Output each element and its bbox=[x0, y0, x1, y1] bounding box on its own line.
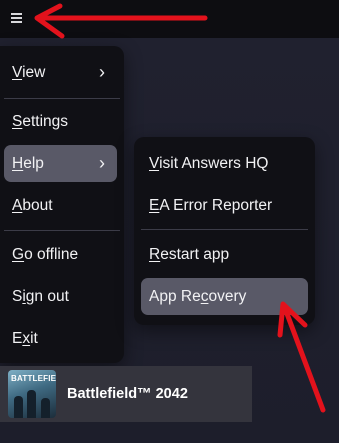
mnemonic: S bbox=[12, 113, 23, 130]
menu-item-about[interactable]: About bbox=[4, 187, 117, 224]
game-list-item[interactable]: BATTLEFIELD Battlefield™ 2042 bbox=[0, 366, 252, 422]
mnemonic: H bbox=[12, 155, 24, 172]
game-title: Battlefield™ 2042 bbox=[67, 386, 188, 402]
submenu-item-label: Restart app bbox=[149, 246, 230, 263]
menu-item-help-label: Help bbox=[12, 155, 44, 172]
main-menu: View › Settings Help › About Go offline bbox=[0, 46, 124, 363]
mnemonic: R bbox=[149, 246, 161, 263]
menu-item-view-label: View bbox=[12, 64, 46, 81]
submenu-item-ea-error-reporter[interactable]: EA Error Reporter bbox=[141, 187, 308, 224]
menu-divider bbox=[4, 230, 120, 231]
mnemonic: V bbox=[149, 155, 160, 172]
cover-figure bbox=[27, 390, 36, 418]
submenu-item-label: Visit Answers HQ bbox=[149, 155, 269, 172]
submenu-item-visit-answers-hq[interactable]: Visit Answers HQ bbox=[141, 145, 308, 182]
submenu-divider bbox=[141, 229, 308, 230]
menu-item-settings[interactable]: Settings bbox=[4, 103, 117, 140]
mnemonic: A bbox=[12, 197, 23, 214]
menu-item-sign-out-label: Sign out bbox=[12, 288, 69, 305]
menu-item-exit-label: Exit bbox=[12, 330, 38, 347]
submenu-item-app-recovery[interactable]: App Recovery bbox=[141, 278, 308, 315]
menu-item-help[interactable]: Help › bbox=[4, 145, 117, 182]
submenu-item-restart-app[interactable]: Restart app bbox=[141, 236, 308, 273]
mnemonic: i bbox=[22, 288, 26, 305]
mnemonic: G bbox=[12, 246, 25, 263]
mnemonic: c bbox=[200, 288, 209, 305]
menu-item-about-label: About bbox=[12, 197, 53, 214]
chevron-right-icon: › bbox=[99, 153, 105, 173]
submenu-item-label: App Recovery bbox=[149, 288, 247, 305]
cover-figure bbox=[14, 396, 23, 418]
title-bar bbox=[0, 0, 339, 38]
help-submenu: Visit Answers HQ EA Error Reporter Resta… bbox=[134, 137, 315, 325]
chevron-right-icon: › bbox=[99, 62, 105, 82]
menu-item-sign-out[interactable]: Sign out bbox=[4, 278, 117, 315]
menu-item-go-offline-label: Go offline bbox=[12, 246, 79, 263]
cover-brand-text: BATTLEFIELD bbox=[11, 374, 56, 383]
submenu-item-label: EA Error Reporter bbox=[149, 197, 273, 214]
game-cover-art: BATTLEFIELD bbox=[8, 370, 56, 418]
menu-item-exit[interactable]: Exit bbox=[4, 320, 117, 357]
mnemonic: E bbox=[149, 197, 160, 214]
menu-item-go-offline[interactable]: Go offline bbox=[4, 236, 117, 273]
menu-divider bbox=[4, 98, 120, 99]
menu-item-view[interactable]: View › bbox=[4, 54, 117, 91]
cover-figure bbox=[41, 398, 50, 418]
hamburger-menu-icon[interactable] bbox=[9, 11, 25, 25]
app-window: View › Settings Help › About Go offline bbox=[0, 0, 339, 443]
mnemonic: x bbox=[22, 330, 31, 347]
menu-item-settings-label: Settings bbox=[12, 113, 69, 130]
mnemonic: V bbox=[12, 64, 23, 81]
